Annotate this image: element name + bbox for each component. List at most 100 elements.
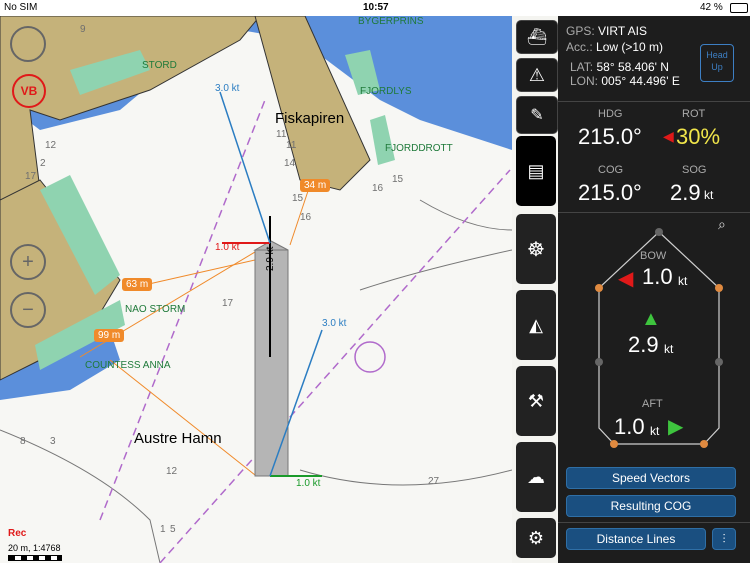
distance-callout-63: 63 m [122,278,153,291]
cog-label: COG [598,164,624,176]
rot-label: ROT [682,108,706,120]
mid-unit: kt [664,342,674,356]
aft-unit: kt [650,424,660,438]
sog-label: SOG [682,164,707,176]
head-up-line2: Up [711,62,723,72]
battery-icon [730,3,748,13]
gps-label: GPS: [566,24,595,38]
steering-wheel-icon[interactable]: ☸ [516,214,556,284]
distance-callout-99: 99 m [94,329,125,342]
warning-icon[interactable]: ⚠ [516,58,558,92]
tools-icon[interactable]: ⚒ [516,366,556,436]
depth-9: 5 [170,524,176,535]
vb-badge[interactable]: VB [12,74,46,108]
chart-layers-icon[interactable]: ▤ [516,136,556,206]
label-austre-hamn: Austre Hamn [134,430,222,447]
label-stord: STORD [142,60,177,71]
bow-arrow-icon: ◀ [618,268,634,290]
distance-callout-34: 34 m [300,179,331,192]
battery-text: 42 % [700,2,723,13]
mid-value: 2.9 [628,332,659,357]
label-nao-storm: NAO STORM [125,304,186,315]
aft-arrow-icon: ▶ [668,416,684,438]
rot-arrow-icon: ◀ [663,128,674,144]
lon-label: LON: [570,74,599,88]
time-text: 10:57 [363,2,389,13]
depth-3: 15 [292,193,304,204]
lon-row: LON: 005° 44.496' E [570,74,680,88]
sonar-icon[interactable]: ◭ [516,290,556,360]
rec-indicator[interactable]: Rec [8,528,26,539]
depth-1: 11 [276,129,287,140]
settings-icon[interactable]: ⚙ [516,518,556,558]
depth-7: 12 [166,466,178,477]
divider [558,101,750,102]
label-countess-anna: COUNTESS ANNA [85,360,171,371]
stbd-vector-label-b: 3.0 kt [215,83,240,94]
depth-13: 8 [20,436,26,447]
resulting-cog-button[interactable]: Resulting COG [566,495,736,517]
cog-value: 215.0° [578,180,642,205]
scale-bar [8,555,62,561]
bow-label: BOW [640,250,667,262]
depth-10: 9 [80,24,86,35]
speed-vectors-button[interactable]: Speed Vectors [566,467,736,489]
depth-12: 17 [25,171,37,182]
ship-icon[interactable]: ⛴ [516,20,558,54]
speed-vector-label: 2.9 kt [265,246,276,271]
aft-value: 1.0 [614,414,645,439]
head-up-button[interactable]: Head Up [700,44,734,82]
depth-6: 17 [222,298,234,309]
hdg-value: 215.0° [578,124,642,149]
depth-11: 12 [45,140,57,151]
divider [558,212,750,213]
label-fiskapiren: Fiskapiren [275,110,345,127]
depth-2: 14 [284,158,296,169]
stbd-vector-label-a: 3.0 kt [322,318,347,329]
sliders-icon[interactable]: ⫶ [712,528,736,550]
zoom-out-button[interactable]: − [10,292,46,328]
chart-map[interactable]: VB + − STORD BYGERPRINS FJORDLYS FJORDDR… [0,16,512,563]
distance-lines-button[interactable]: Distance Lines [566,528,706,550]
tool-rail: ⛴ ⚠ ✎ ▤ ☸ ◭ ⚒ ☁ ⚙ [514,16,558,563]
hdg-label: HDG [598,108,623,120]
depth-17: 11 [286,140,297,151]
speed-arrow-icon: ▲ [641,308,661,330]
label-fjorddrott: FJORDDROTT [385,143,453,154]
carrier-text: No SIM [4,2,38,13]
weather-icon[interactable]: ☁ [516,442,556,512]
sog-unit: kt [704,188,714,202]
divider [558,522,750,523]
depth-8: 1 [160,524,166,535]
acc-label: Acc.: [566,40,593,54]
lat-value: 58° 58.406' N [596,60,669,74]
lat-row: LAT: 58° 58.406' N [570,60,669,74]
bow-value: 1.0 [642,264,673,289]
route-icon[interactable]: ✎ [516,96,558,134]
bow-unit: kt [678,274,688,288]
acc-value: Low (>10 m) [596,40,664,54]
depth-18: 2 [40,158,46,169]
acc-row: Acc.: Low (>10 m) [566,40,663,54]
gps-row: GPS: VIRT AIS [566,24,647,38]
compass-icon[interactable] [10,26,46,62]
zoom-in-button[interactable]: + [10,244,46,280]
info-panel: GPS: VIRT AIS Acc.: Low (>10 m) LAT: 58°… [558,16,750,563]
stern-vector-label: 1.0 kt [296,478,321,489]
head-up-line1: Head [706,50,728,60]
depth-16: 15 [392,174,404,185]
gps-value: VIRT AIS [598,24,647,38]
rot-value: 30% [676,124,721,149]
lon-value: 005° 44.496' E [601,74,680,88]
aft-label: AFT [642,398,663,410]
label-bygerprins: BYGERPRINS [358,16,424,27]
sog-value: 2.9 [670,180,701,205]
lat-label: LAT: [570,60,594,74]
depth-14: 3 [50,436,56,447]
depth-15: 27 [428,476,440,487]
label-fjordlys: FJORDLYS [360,86,412,97]
status-bar: No SIM 10:57 42 % [0,0,750,16]
bow-vector-label: 1.0 kt [215,242,240,253]
depth-4: 16 [300,212,312,223]
scale-text: 20 m, 1:4768 [8,543,61,553]
